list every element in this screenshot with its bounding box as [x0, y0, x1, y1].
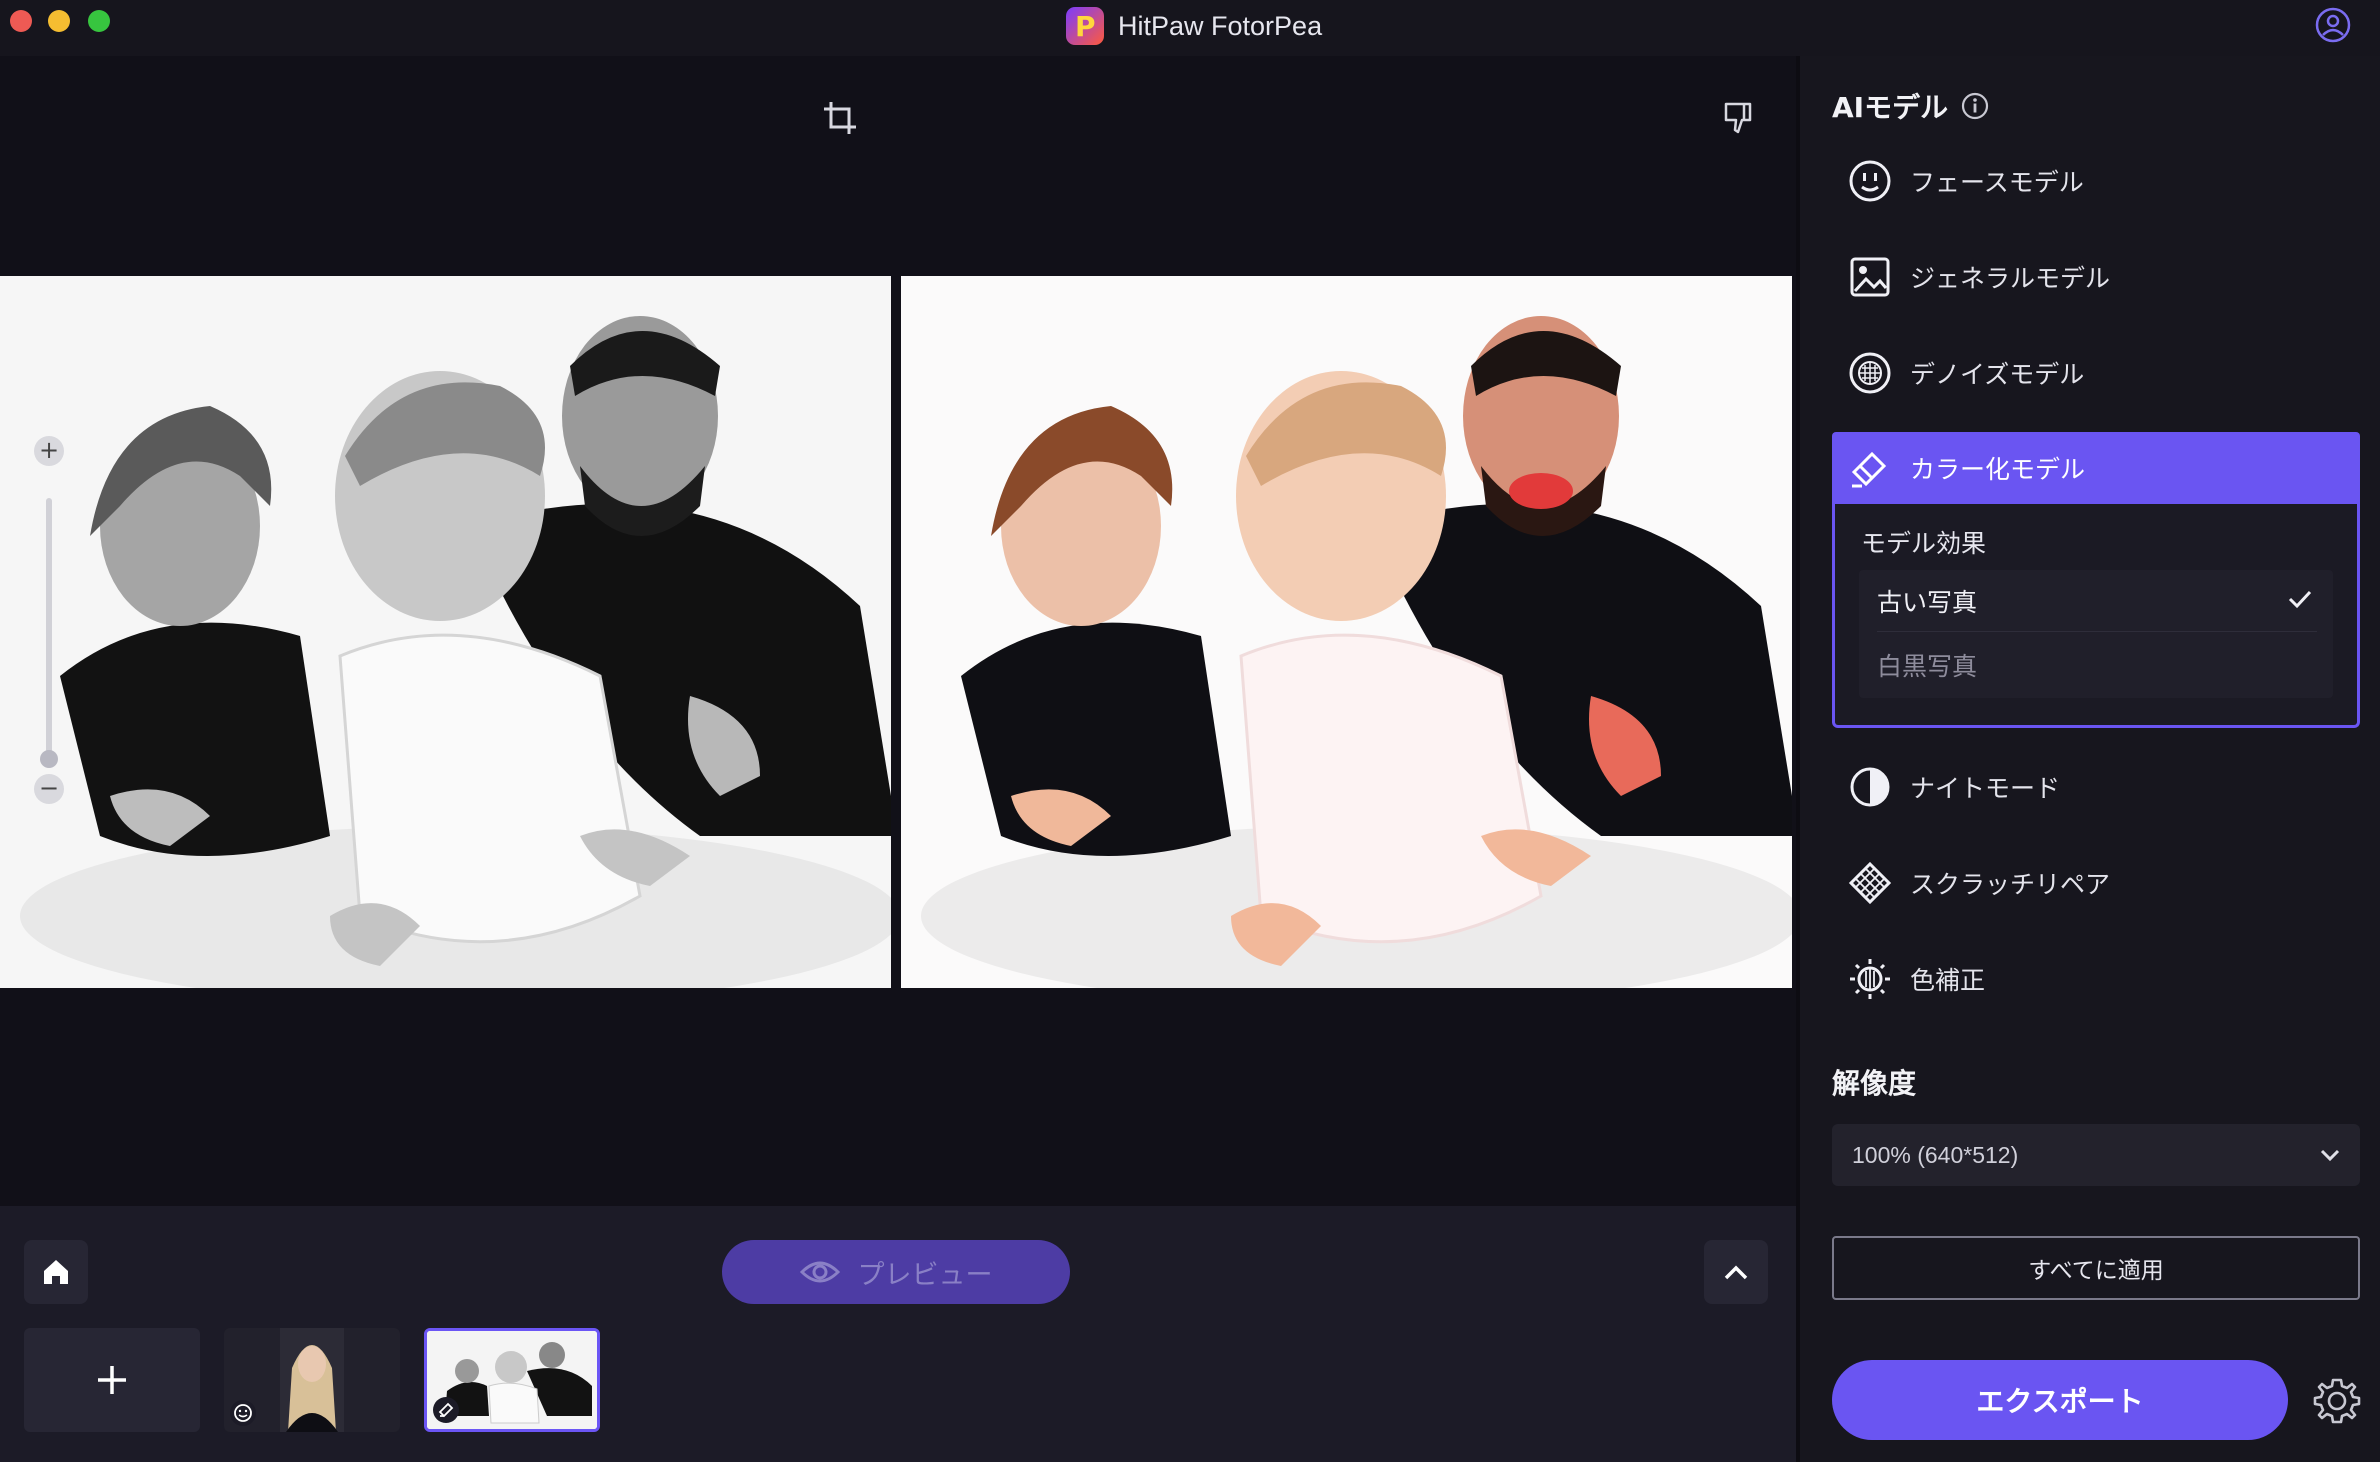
- resolution-value: 100% (640*512): [1852, 1141, 2019, 1168]
- model-face[interactable]: フェースモデル: [1832, 146, 2360, 216]
- app-logo-icon: P: [1066, 7, 1104, 45]
- model-scratch[interactable]: スクラッチリペア: [1832, 848, 2360, 918]
- chevron-down-icon: [2320, 1149, 2340, 1162]
- close-window-button[interactable]: [10, 10, 32, 32]
- color-correction-icon: [1848, 957, 1892, 1001]
- effect-option-old-photo[interactable]: 古い写真: [1877, 570, 2317, 632]
- night-mode-icon: [1848, 765, 1892, 809]
- zoom-slider-track[interactable]: [46, 498, 52, 758]
- preview-label: プレビュー: [857, 1259, 993, 1291]
- apply-all-button[interactable]: すべてに適用: [1832, 1236, 2360, 1300]
- model-scratch-label: スクラッチリペア: [1910, 870, 2111, 899]
- zoom-out-button[interactable]: −: [34, 774, 64, 804]
- bottom-bar: プレビュー: [0, 1206, 1796, 1462]
- resolution-title: 解像度: [1832, 1067, 1917, 1100]
- export-button[interactable]: エクスポート: [1832, 1360, 2288, 1440]
- app-title: HitPaw FotorPea: [1118, 10, 1323, 41]
- home-button[interactable]: [24, 1240, 88, 1304]
- gear-icon[interactable]: [2312, 1376, 2362, 1426]
- resolution-select[interactable]: 100% (640*512): [1832, 1124, 2360, 1186]
- maximize-window-button[interactable]: [88, 10, 110, 32]
- zoom-slider-thumb[interactable]: [40, 750, 58, 768]
- model-effect-title: モデル効果: [1861, 529, 1987, 558]
- model-night[interactable]: ナイトモード: [1832, 752, 2360, 822]
- plus-icon: [98, 1366, 126, 1394]
- account-icon[interactable]: [2314, 6, 2352, 44]
- model-colorize-label: カラー化モデル: [1910, 455, 2086, 484]
- colorized-photo: [901, 276, 1792, 988]
- effect-option-bw-photo[interactable]: 白黒写真: [1877, 634, 2317, 696]
- colorize-icon: [1848, 446, 1892, 490]
- thumbnail-family[interactable]: [424, 1328, 600, 1432]
- face-icon: [1848, 159, 1892, 203]
- add-image-button[interactable]: [24, 1328, 200, 1432]
- scratch-repair-icon: [1848, 861, 1892, 905]
- eye-icon: [799, 1261, 840, 1283]
- zoom-in-button[interactable]: +: [34, 436, 64, 466]
- right-panel: AIモデル フェースモデル ジェネラルモデル デノイズモデル カラー化モデル モ…: [1800, 56, 2380, 1462]
- thumbnail-portrait[interactable]: [224, 1328, 400, 1432]
- resolution-heading: 解像度: [1832, 1062, 1916, 1102]
- model-color-correction[interactable]: 色補正: [1832, 944, 2360, 1014]
- home-icon: [44, 1260, 68, 1284]
- minimize-window-button[interactable]: [48, 10, 70, 32]
- model-colorize[interactable]: カラー化モデル: [1832, 432, 2360, 504]
- colorize-badge-icon: [433, 1397, 459, 1423]
- canvas-area: + −: [0, 56, 1796, 1206]
- thumbs-down-icon[interactable]: [1720, 98, 1760, 138]
- ai-model-title: AIモデル: [1832, 91, 1949, 124]
- effect-option-old-photo-label: 古い写真: [1877, 587, 1978, 617]
- check-icon: [2288, 590, 2312, 609]
- title-bar: P HitPaw FotorPea: [0, 0, 2380, 56]
- crop-icon[interactable]: [820, 98, 860, 138]
- model-denoise-label: デノイズモデル: [1910, 360, 2085, 389]
- model-effect-list: 古い写真 白黒写真: [1859, 570, 2333, 698]
- denoise-icon: [1848, 351, 1892, 395]
- model-effect-box: モデル効果 古い写真 白黒写真: [1832, 504, 2360, 728]
- model-general[interactable]: ジェネラルモデル: [1832, 242, 2360, 312]
- original-photo: [0, 276, 891, 988]
- face-badge-icon: [230, 1400, 256, 1426]
- image-icon: [1848, 255, 1892, 299]
- model-color-correction-label: 色補正: [1910, 966, 1986, 995]
- effect-option-bw-photo-label: 白黒写真: [1877, 652, 1978, 681]
- chevron-up-icon: [1724, 1265, 1748, 1280]
- ai-model-heading: AIモデル: [1832, 86, 1990, 126]
- preview-button[interactable]: プレビュー: [722, 1240, 1070, 1304]
- model-night-label: ナイトモード: [1910, 774, 2061, 803]
- info-icon[interactable]: [1960, 91, 1990, 121]
- model-face-label: フェースモデル: [1910, 168, 2084, 197]
- model-general-label: ジェネラルモデル: [1910, 264, 2111, 293]
- model-denoise[interactable]: デノイズモデル: [1832, 338, 2360, 408]
- collapse-button[interactable]: [1704, 1240, 1768, 1304]
- app-title-group: P HitPaw FotorPea: [1066, 6, 1322, 46]
